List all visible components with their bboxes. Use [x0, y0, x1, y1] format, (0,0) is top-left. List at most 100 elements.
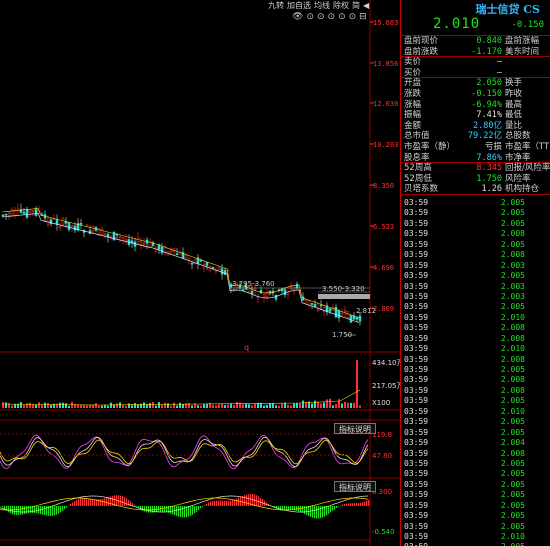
- circle-tool-icon[interactable]: ⊙: [338, 12, 346, 22]
- volume-bar: [269, 403, 271, 408]
- volume-bar: [212, 404, 214, 408]
- kdj-indicator-help-button[interactable]: 指标说明: [334, 423, 376, 434]
- macd-histogram-bar: [180, 506, 182, 518]
- tick-row: 03:59 2.005: [401, 198, 550, 208]
- toolbar-item-moving-average[interactable]: 均线: [314, 0, 330, 12]
- macd-histogram-bar: [246, 494, 248, 506]
- volume-bar: [356, 360, 358, 408]
- candle-body: [139, 241, 143, 245]
- macd-histogram-bar: [230, 500, 232, 506]
- macd-histogram-bar: [46, 506, 48, 516]
- macd-histogram-bar: [2, 506, 4, 508]
- tick-price: 2.008: [500, 323, 525, 333]
- quote-row-right-label: 盘前涨幅: [505, 36, 540, 46]
- circle-tool-icon[interactable]: ⊙: [306, 12, 314, 22]
- macd-histogram-bar: [84, 498, 86, 506]
- toolbar-item-add-watchlist[interactable]: 加自选: [287, 0, 311, 12]
- tick-row: 03:59 2.005: [401, 480, 550, 490]
- volume-bar: [149, 403, 151, 408]
- macd-histogram-bar: [8, 506, 10, 513]
- macd-histogram-bar: [110, 496, 112, 506]
- candle-body: [205, 262, 209, 266]
- quote-row-value: 7.41%: [476, 110, 502, 121]
- macd-histogram-bar: [308, 506, 310, 516]
- volume-bar: [251, 405, 253, 408]
- macd-histogram-bar: [218, 500, 220, 506]
- volume-bar: [317, 401, 319, 408]
- tick-row: 03:59 2.005: [401, 511, 550, 521]
- candle-body: [28, 210, 32, 214]
- macd-histogram-bar: [224, 500, 226, 506]
- volume-bar: [206, 403, 208, 408]
- candle-body: [22, 211, 26, 214]
- volume-bar: [95, 403, 97, 408]
- tick-time: 03:59: [404, 542, 428, 546]
- macd-histogram-bar: [352, 503, 354, 506]
- toolbar-item-ex-rights[interactable]: 除权: [333, 0, 349, 12]
- tick-time: 03:59: [404, 354, 429, 364]
- volume-bar: [221, 403, 223, 408]
- candle-body: [142, 242, 146, 245]
- candle-body: [118, 236, 122, 238]
- stock-name: 瑞士信贷 CS: [475, 3, 540, 16]
- macd-histogram-bar: [300, 506, 302, 513]
- candle-body: [337, 310, 341, 319]
- tick-time: 03:59: [404, 271, 429, 281]
- volume-bar: [98, 405, 100, 408]
- volume-bar: [65, 403, 67, 408]
- quote-row-value: 2.80亿: [473, 120, 502, 131]
- kline-chart[interactable]: 15.683 13.856 12.030 10.203 8.350 6.523 4.696 2…: [0, 0, 400, 546]
- candle-body: [322, 306, 326, 312]
- quote-row-value: 79.22亿: [467, 131, 502, 142]
- circle-tool-icon[interactable]: ⊙: [349, 12, 357, 22]
- candle-body: [346, 311, 350, 319]
- macd-histogram-bar: [42, 506, 44, 515]
- toolbar-item-jiuzhuan[interactable]: 九转: [268, 0, 284, 12]
- price-axis-label: 6.523: [373, 223, 394, 231]
- macd-histogram-bar: [36, 506, 38, 514]
- volume-bar: [128, 403, 130, 408]
- volume-bar: [176, 405, 178, 408]
- candle-body: [13, 210, 17, 216]
- tick-time: 03:59: [404, 198, 429, 207]
- kline-chart-area[interactable]: 15.683 13.856 12.030 10.203 8.350 6.523 4.696 2…: [0, 0, 400, 546]
- volume-bar: [89, 404, 91, 408]
- macd-histogram-bar: [162, 506, 164, 513]
- price-axis-label: 8.350: [373, 182, 394, 190]
- macd-histogram-bar: [66, 506, 68, 508]
- macd-histogram-bar: [18, 506, 20, 515]
- volume-bar: [248, 404, 250, 408]
- collapse-arrow-icon[interactable]: ◀: [363, 0, 369, 12]
- panel-toggle-icon[interactable]: ⊟: [359, 12, 367, 22]
- toolbar-item-simple[interactable]: 简: [352, 0, 360, 12]
- chart-toolbar: 九转 加自选 均线 除权 简 ◀: [268, 0, 369, 12]
- circle-tool-icon[interactable]: ⊙: [317, 12, 325, 22]
- volume-bar: [254, 403, 256, 408]
- tick-list[interactable]: 03:59 2.005 03:59 2.005 03:59 2.005 03:59 2.008…: [401, 198, 550, 546]
- volume-bar: [197, 405, 199, 408]
- candle-body: [343, 310, 347, 312]
- kdj-axis-label: 47.80: [372, 452, 392, 460]
- tick-price: 2.004: [500, 438, 525, 448]
- candle-body: [73, 225, 77, 231]
- eye-icon[interactable]: 👁: [292, 12, 303, 22]
- quote-row-value: 8.345: [476, 163, 502, 174]
- tick-price: 2.008: [500, 385, 525, 395]
- macd-indicator-help-button[interactable]: 指标说明: [334, 481, 376, 492]
- quote-row-value: 2.050: [476, 78, 502, 89]
- tick-time: 03:59: [404, 229, 429, 239]
- tick-row: 03:59 2.005: [401, 428, 550, 438]
- macd-histogram-bar: [134, 504, 136, 506]
- volume-bar: [314, 400, 316, 408]
- candle-body: [67, 222, 71, 230]
- volume-bar: [293, 403, 295, 408]
- tick-price: 2.005: [500, 365, 525, 374]
- tick-time: 03:59: [404, 250, 429, 260]
- quote-row-label: 开盘: [404, 78, 422, 89]
- volume-bar: [347, 402, 349, 408]
- macd-histogram-bar: [318, 506, 320, 519]
- circle-tool-icon[interactable]: ⊙: [328, 12, 336, 22]
- candle-body: [319, 304, 323, 307]
- macd-histogram-bar: [136, 506, 138, 507]
- macd-histogram-bar: [28, 506, 30, 514]
